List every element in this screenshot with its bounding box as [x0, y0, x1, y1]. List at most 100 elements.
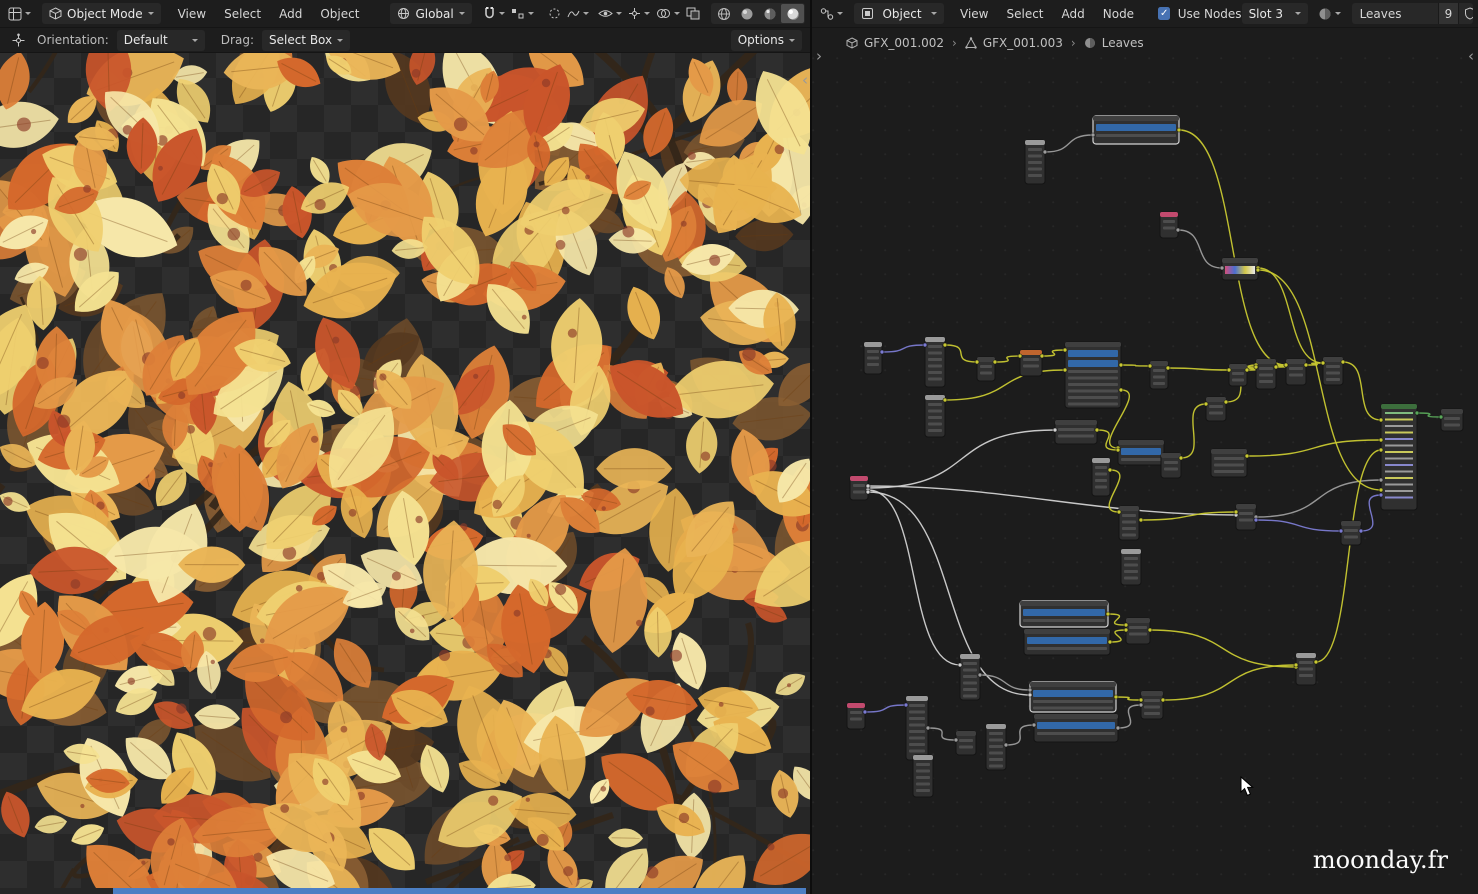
panel-divider[interactable]	[810, 0, 812, 894]
shader-node[interactable]	[1150, 361, 1168, 389]
shader-node[interactable]	[1092, 458, 1110, 496]
shader-node[interactable]	[956, 731, 976, 755]
chevron-down-icon	[337, 39, 343, 42]
shader-node[interactable]	[1161, 453, 1181, 478]
snap-toggle-button[interactable]	[480, 3, 508, 24]
shader-node[interactable]	[1211, 449, 1247, 477]
editor-type-button[interactable]	[5, 3, 34, 24]
breadcrumb-separator: ›	[1071, 36, 1076, 50]
menu-view[interactable]: View	[951, 4, 997, 24]
shader-node[interactable]	[1055, 420, 1097, 444]
shader-node[interactable]	[847, 703, 865, 729]
shader-type-dropdown[interactable]: Object	[854, 3, 944, 24]
node-graph-canvas[interactable]	[812, 57, 1478, 894]
shader-node[interactable]	[986, 724, 1006, 770]
breadcrumb-item-material[interactable]: Leaves	[1084, 36, 1144, 50]
active-tool-button[interactable]	[8, 30, 29, 51]
menu-select[interactable]: Select	[997, 4, 1052, 24]
shader-node[interactable]	[1441, 409, 1463, 431]
material-name-field[interactable]: Leaves	[1352, 3, 1438, 24]
shader-node[interactable]	[1160, 212, 1178, 238]
shader-node[interactable]	[1034, 714, 1118, 742]
use-nodes-checkbox[interactable]: ✓	[1158, 7, 1170, 20]
shader-node[interactable]	[1024, 629, 1110, 655]
shader-node[interactable]	[1286, 359, 1306, 385]
menu-object[interactable]: Object	[311, 4, 368, 24]
shader-node[interactable]	[1121, 549, 1141, 585]
shading-material-button[interactable]	[758, 4, 781, 23]
region-toggle-arrow[interactable]: ›	[816, 50, 822, 62]
magnet-icon	[483, 7, 496, 20]
chevron-down-icon	[616, 12, 622, 15]
rendered-sphere-icon	[786, 7, 800, 21]
shader-node[interactable]	[1065, 342, 1121, 408]
shader-node[interactable]	[1093, 116, 1179, 144]
wireframe-sphere-icon	[717, 7, 731, 21]
shader-node[interactable]	[1141, 691, 1163, 719]
xray-toggle[interactable]	[683, 3, 703, 24]
overlays-dropdown[interactable]	[653, 3, 683, 24]
gizmos-dropdown[interactable]	[625, 3, 653, 24]
grid-viewport-icon	[8, 7, 22, 21]
browse-material-button[interactable]	[1315, 3, 1344, 24]
shader-header: Object View Select Add Node ✓ Use Nodes …	[812, 0, 1478, 28]
chevron-down-icon	[459, 12, 465, 15]
shader-node[interactable]	[1206, 397, 1226, 421]
region-toggle-arrow[interactable]: ‹	[1468, 50, 1474, 62]
orientation-dropdown-label: Global	[415, 7, 453, 21]
fake-user-button[interactable]	[1458, 3, 1473, 24]
shader-node[interactable]	[1341, 521, 1361, 545]
breadcrumb-item-object[interactable]: GFX_001.002	[846, 36, 944, 50]
viewport-render-canvas[interactable]	[0, 51, 810, 894]
visibility-dropdown[interactable]	[595, 3, 625, 24]
arrow-cursor-icon	[1240, 776, 1260, 798]
shader-node[interactable]	[960, 654, 980, 700]
drag-mode-dropdown[interactable]: Select Box	[262, 30, 350, 51]
shader-node[interactable]	[1381, 404, 1417, 510]
shader-node[interactable]	[1020, 350, 1042, 376]
options-label: Options	[738, 33, 784, 47]
shader-node[interactable]	[977, 357, 995, 381]
orientation-default-dropdown[interactable]: Default	[117, 30, 205, 51]
shader-node[interactable]	[906, 696, 928, 760]
proportional-edit-button[interactable]	[545, 3, 564, 24]
material-sphere-icon	[1084, 37, 1096, 49]
options-dropdown[interactable]: Options	[731, 30, 802, 51]
sidebar-toggle-arrow[interactable]: ‹	[802, 74, 808, 86]
shader-node[interactable]	[1119, 506, 1139, 540]
shading-rendered-button[interactable]	[781, 4, 804, 23]
shader-node[interactable]	[1030, 682, 1116, 712]
menu-view[interactable]: View	[169, 4, 215, 24]
chevron-down-icon	[789, 39, 795, 42]
shader-node[interactable]	[1236, 504, 1256, 530]
material-users-count-button[interactable]: 9	[1438, 3, 1459, 24]
shader-node[interactable]	[1296, 653, 1316, 685]
shading-wireframe-button[interactable]	[712, 4, 735, 23]
chevron-down-icon	[25, 12, 31, 15]
snap-settings-dropdown[interactable]	[508, 3, 537, 24]
menu-node[interactable]: Node	[1094, 4, 1143, 24]
shader-node[interactable]	[1126, 618, 1150, 644]
breadcrumb-item-mesh[interactable]: GFX_001.003	[965, 36, 1063, 50]
shader-node[interactable]	[1222, 258, 1258, 280]
shader-node[interactable]	[864, 342, 882, 374]
shader-node[interactable]	[1020, 601, 1108, 627]
transform-orientation-dropdown[interactable]: Global	[390, 3, 471, 24]
proportional-falloff-dropdown[interactable]	[564, 3, 592, 24]
menu-add[interactable]: Add	[1053, 4, 1094, 24]
material-slot-dropdown[interactable]: Slot 3	[1242, 3, 1308, 24]
shader-node[interactable]	[850, 476, 868, 500]
shader-node[interactable]	[1256, 359, 1276, 389]
shader-node[interactable]	[1229, 364, 1247, 386]
shader-node[interactable]	[925, 395, 945, 437]
shader-node[interactable]	[1118, 440, 1164, 465]
menu-select[interactable]: Select	[215, 4, 270, 24]
shading-solid-button[interactable]	[735, 4, 758, 23]
shader-node[interactable]	[1025, 140, 1045, 184]
menu-add[interactable]: Add	[270, 4, 311, 24]
editor-type-button[interactable]	[817, 3, 846, 24]
shader-node[interactable]	[1323, 357, 1343, 385]
shader-node[interactable]	[925, 337, 945, 387]
shader-node[interactable]	[913, 755, 933, 797]
mode-dropdown[interactable]: Object Mode	[42, 3, 161, 24]
